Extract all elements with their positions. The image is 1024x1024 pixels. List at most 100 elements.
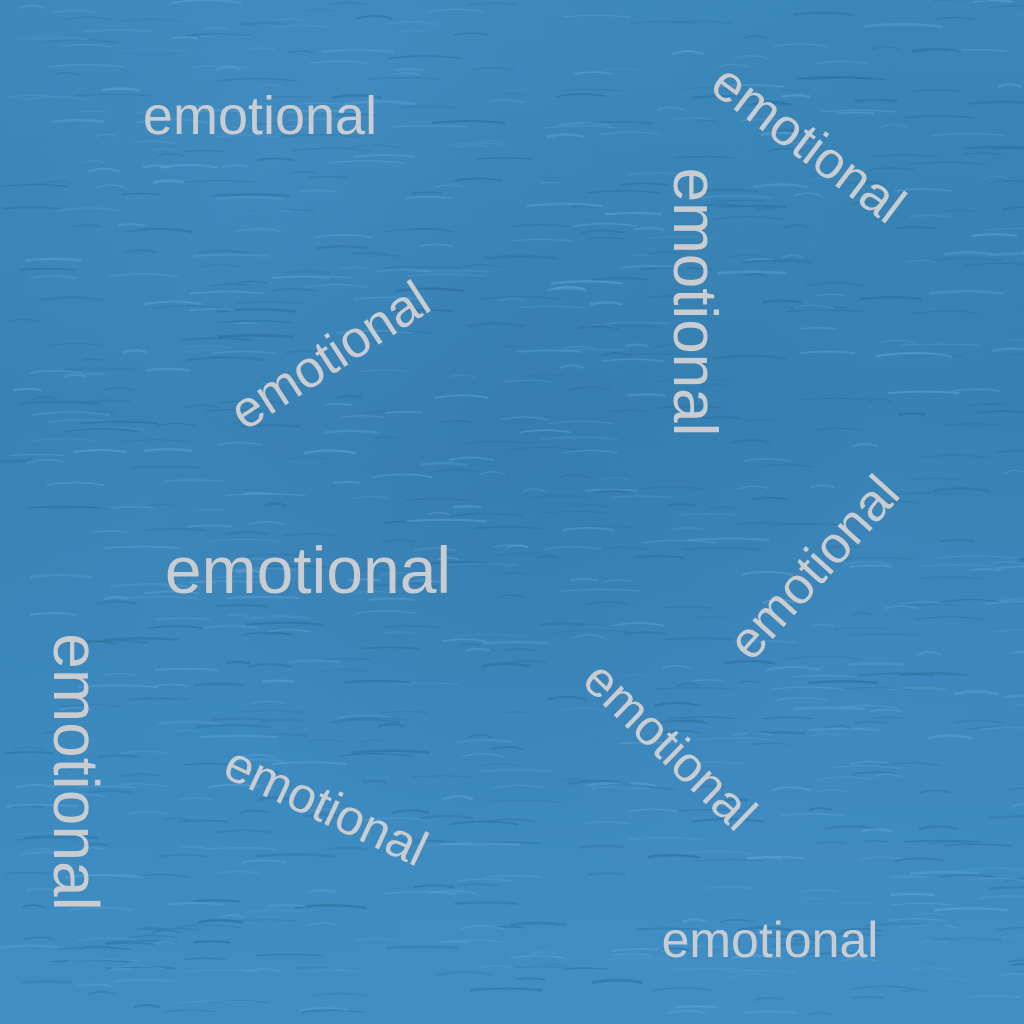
ripple-stroke <box>395 68 424 72</box>
ripple-stroke <box>911 913 947 916</box>
ripple-stroke <box>586 190 660 194</box>
ripple-stroke <box>990 561 1024 565</box>
ripple-stroke <box>22 980 74 984</box>
ripple-stroke <box>743 1010 797 1014</box>
ripple-stroke <box>30 274 78 280</box>
ripple-stroke <box>374 436 398 440</box>
ripple-stroke <box>385 410 423 414</box>
ripple-stroke <box>510 921 566 927</box>
ripple-stroke <box>574 71 613 75</box>
ripple-stroke <box>561 88 621 92</box>
ripple-stroke <box>288 50 315 54</box>
ripple-stroke <box>56 207 122 213</box>
ripple-stroke <box>544 125 617 129</box>
ripple-stroke <box>292 147 373 152</box>
ripple-stroke <box>239 809 270 814</box>
ripple-stroke <box>340 415 386 419</box>
ripple-stroke <box>454 901 519 905</box>
ripple-stroke <box>453 32 489 36</box>
ripple-stroke <box>268 629 311 633</box>
ripple-stroke <box>31 411 110 417</box>
ripple-stroke <box>59 43 111 48</box>
ripple-stroke <box>145 527 205 532</box>
ripple-stroke <box>550 280 623 285</box>
ripple-stroke <box>185 344 232 349</box>
ripple-stroke <box>238 919 298 922</box>
ripple-stroke <box>247 662 292 669</box>
ripple-stroke <box>604 579 634 583</box>
ripple-stroke <box>728 973 781 978</box>
ripple-stroke <box>187 356 266 362</box>
ripple-stroke <box>362 779 387 784</box>
ripple-stroke <box>77 110 110 113</box>
ripple-stroke <box>182 149 223 153</box>
ripple-stroke <box>595 489 629 494</box>
ripple-stroke <box>341 266 367 270</box>
ripple-stroke <box>753 183 809 189</box>
ripple-stroke <box>220 914 244 919</box>
ripple-stroke <box>95 133 118 138</box>
ripple-stroke <box>127 697 190 701</box>
ripple-stroke <box>411 775 471 778</box>
ripple-stroke <box>868 398 892 403</box>
ripple-stroke <box>801 897 828 900</box>
ripple-stroke <box>854 98 899 102</box>
ripple-stroke <box>933 937 1003 942</box>
ripple-stroke <box>547 420 614 425</box>
ripple-stroke <box>332 480 361 485</box>
ripple-stroke <box>499 345 527 349</box>
ripple-stroke <box>1012 802 1024 808</box>
ripple-stroke <box>51 959 130 963</box>
ripple-stroke <box>756 206 779 212</box>
ripple-stroke <box>914 88 962 93</box>
ripple-stroke <box>900 989 931 993</box>
ripple-stroke <box>895 492 951 496</box>
ripple-stroke <box>786 655 861 660</box>
ripple-stroke <box>962 262 1024 267</box>
ripple-stroke <box>316 245 368 250</box>
ripple-stroke <box>989 815 1024 820</box>
ripple-stroke <box>539 622 584 627</box>
ripple-stroke <box>759 463 813 468</box>
ripple-stroke <box>151 940 176 945</box>
ripple-stroke <box>457 144 489 149</box>
ripple-stroke <box>931 133 1006 137</box>
ripple-stroke <box>921 564 996 567</box>
ripple-stroke <box>256 953 324 957</box>
ripple-stroke <box>198 249 250 254</box>
ripple-stroke <box>879 339 917 344</box>
ripple-stroke <box>269 24 329 28</box>
ripple-stroke <box>449 142 508 146</box>
ripple-stroke <box>890 892 936 897</box>
ripple-stroke <box>934 907 1008 912</box>
ripple-stroke <box>540 963 567 967</box>
ripple-stroke <box>63 373 87 378</box>
ripple-stroke <box>305 969 362 973</box>
ripple-stroke <box>143 300 203 306</box>
ripple-stroke <box>708 506 735 510</box>
ripple-stroke <box>561 526 615 532</box>
ripple-stroke <box>72 224 103 229</box>
ripple-stroke <box>520 429 571 434</box>
ripple-stroke <box>845 633 922 637</box>
ripple-stroke <box>985 600 1024 605</box>
ripple-stroke <box>109 272 179 278</box>
ripple-stroke <box>992 347 1024 353</box>
ripple-stroke <box>586 601 628 606</box>
ripple-stroke <box>212 717 270 722</box>
ripple-stroke <box>641 539 717 544</box>
ripple-stroke <box>887 390 960 395</box>
ripple-stroke <box>405 195 452 199</box>
ripple-stroke <box>273 18 304 22</box>
ripple-stroke <box>1002 206 1024 211</box>
ripple-stroke <box>661 665 691 669</box>
ripple-stroke <box>852 996 884 999</box>
ripple-stroke <box>222 164 249 168</box>
ripple-stroke <box>783 224 810 230</box>
ripple-stroke <box>235 300 304 305</box>
ripple-stroke <box>406 273 486 278</box>
ripple-stroke <box>941 538 974 543</box>
ripple-stroke <box>321 48 395 54</box>
ripple-stroke <box>119 750 169 755</box>
ripple-stroke <box>215 65 242 72</box>
